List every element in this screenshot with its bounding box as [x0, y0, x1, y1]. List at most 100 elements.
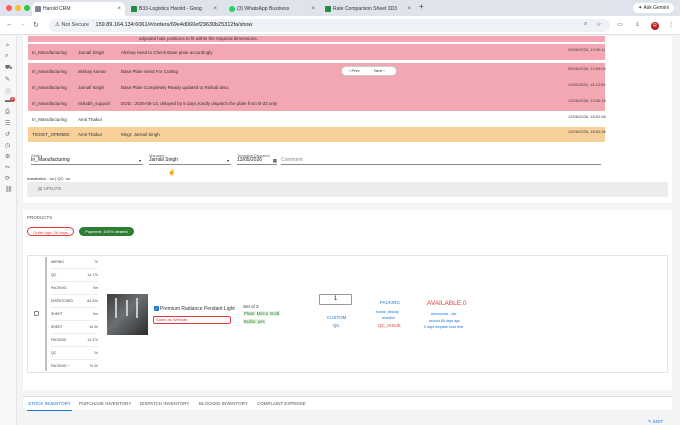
activity-message: DOD : 2026-05-13, delayed by 5 days,Kind…	[121, 100, 278, 106]
manager-value: Jarnail Singh	[149, 157, 178, 163]
back-icon[interactable]: ←	[6, 21, 13, 28]
stage-timeline: WIRING 7h QC 1d 17h PACKING 9m DISPATCHED 8d 20…	[45, 257, 98, 371]
tab-blocked-inventory[interactable]: BLOCKED INVENTORY	[199, 401, 248, 406]
quantity-input[interactable]: 1	[319, 294, 352, 305]
qc-issue-status: QC_ISSUE	[378, 323, 401, 328]
link-icon[interactable]: ⛓	[5, 186, 13, 193]
stage-duration: 8d 20h	[87, 299, 98, 303]
stage-item: SHEET 9m	[51, 312, 98, 321]
history-icon[interactable]: ↺	[5, 131, 10, 138]
browser-tab-harold-crm[interactable]: Harold CRM ×	[32, 2, 125, 16]
search-icon[interactable]: ⌕	[5, 53, 8, 60]
stage-duration: 1d 17h	[87, 273, 98, 277]
zoom-search-icon[interactable]: ⌕	[584, 21, 587, 28]
cart-icon[interactable]: ⛟	[5, 64, 13, 72]
settings-icon[interactable]: ⚙	[5, 153, 10, 160]
refresh-icon[interactable]: ⟳	[5, 175, 10, 182]
pager: ‹ Prev Next ›	[341, 66, 397, 76]
tools-icon[interactable]: ✎	[5, 76, 10, 83]
close-tab-icon[interactable]: ×	[311, 2, 315, 16]
activity-row: In_Manufacturing Jarnail Singh Akshay need…	[28, 44, 606, 60]
product-select-checkbox[interactable]	[34, 311, 39, 316]
product-checkbox-checked[interactable]: ✓	[154, 306, 159, 311]
stage-label: DISPATCHED	[51, 299, 74, 303]
stage-item: DISPATCHED 8d 20h	[51, 299, 98, 308]
clock-icon[interactable]: ◷	[5, 142, 10, 149]
browser-tab-logistics[interactable]: B33-Logistics Harold - Goog ×	[128, 2, 221, 16]
not-secure-indicator[interactable]: ⚠ Not Secure	[55, 22, 89, 28]
comment-input[interactable]: Comment	[281, 156, 601, 165]
activity-user: Jarnail Singh	[78, 49, 105, 55]
stage-divider	[51, 320, 98, 321]
update-bar: ▤ UPDATE	[27, 182, 668, 197]
tab-title: (3) WhatsApp Business	[237, 6, 290, 12]
activity-user: akshay kumar	[78, 68, 107, 74]
chrome-menu-icon[interactable]: ⋮	[668, 21, 674, 28]
dispatch-date-input[interactable]: 13/05/2026 ▦	[237, 156, 277, 165]
folder-icon[interactable]: ▬	[5, 98, 11, 104]
product-note-field[interactable]: Same as Website.	[153, 316, 231, 324]
bookmark-star-icon[interactable]: ☆	[596, 21, 601, 28]
status-select[interactable]: In_Manufacturing ▾	[31, 156, 143, 165]
new-tab-button[interactable]: +	[419, 2, 424, 11]
dispatch-lead-time: 5 days dispatch lead time	[424, 325, 464, 329]
plate-variant: Plate: Mirror Gold	[243, 311, 281, 316]
profile-avatar[interactable]: R	[651, 22, 659, 30]
close-tab-icon[interactable]: ×	[407, 2, 411, 16]
minimize-window-icon[interactable]	[15, 5, 21, 11]
ask-gemini-button[interactable]: ✦ Ask Gemini	[633, 3, 674, 13]
stage-duration: 7h	[94, 260, 98, 264]
edit-button[interactable]: ✎ EDIT	[648, 419, 663, 425]
stage-item: WIRING 7h	[51, 260, 98, 269]
activity-user: Amit Thakur	[78, 132, 103, 137]
print-icon[interactable]: ⎙	[5, 109, 10, 116]
close-tab-icon[interactable]: ×	[117, 2, 121, 16]
stage-label: PACKING	[51, 338, 67, 342]
side-panel-icon[interactable]: ▭	[617, 21, 623, 28]
tab-purchase-inventory[interactable]: PURCHASE INVENTORY	[79, 401, 131, 406]
pendant-icon	[126, 300, 128, 316]
browser-tab-rate-sheet[interactable]: Rate Comparison Sheet 3D3 ×	[322, 2, 415, 16]
order-age-badge: Order Age: 26 days	[27, 227, 74, 236]
stage-divider	[51, 294, 98, 295]
stage-label: PACKING	[51, 286, 67, 290]
cut-icon[interactable]: ✂	[5, 164, 10, 171]
chevron-down-icon: ▾	[226, 158, 229, 163]
activity-status: In_Manufacturing	[32, 49, 67, 55]
activity-status: In_Manufacturing	[32, 84, 67, 90]
reload-icon[interactable]: ↻	[33, 21, 39, 29]
installation-qc-text: Installation - no | QC: no	[27, 176, 71, 181]
close-window-icon[interactable]	[6, 5, 12, 11]
maximize-window-icon[interactable]	[24, 5, 30, 11]
stage-divider	[51, 268, 98, 269]
next-button[interactable]: Next ›	[374, 67, 385, 75]
packer-location: aluvallin	[382, 316, 395, 320]
browser-tab-whatsapp[interactable]: (3) WhatsApp Business ×	[226, 2, 319, 16]
update-button[interactable]: ▤ UPDATE	[38, 186, 61, 192]
close-tab-icon[interactable]: ×	[213, 2, 217, 16]
tab-complaint-expense[interactable]: COMPLAINT EXPENSE	[257, 401, 306, 406]
activity-row: In_Manufacturing Amit Thakur 12/06/2026, 1…	[28, 112, 606, 127]
downloads-icon[interactable]: ⤓	[636, 21, 639, 28]
activity-user: rishabh_support	[78, 100, 111, 106]
calendar-icon[interactable]: ▦	[273, 156, 277, 165]
activity-timestamp: 11/06/2026, 13:13:59	[568, 81, 606, 87]
activity-row: adjusted hole positions to fit within th…	[28, 36, 605, 42]
tab-stock-inventory[interactable]: STOCK INVENTORY	[27, 401, 72, 411]
forward-icon[interactable]: →	[19, 21, 26, 28]
sparkle-icon[interactable]: ✧	[5, 42, 10, 49]
address-bar[interactable]: ⚠ Not Secure 159.89.164.134:6061/#/order…	[49, 19, 610, 32]
product-note: Same as Website.	[156, 317, 189, 322]
tab-dispatch-inventory[interactable]: DISPATCH INVENTORY	[140, 401, 189, 406]
activity-user: Jarnail Singh	[78, 84, 105, 90]
sheets-favicon-icon	[131, 6, 137, 12]
activity-row: In_Manufacturing rishabh_support DOD : 202…	[28, 95, 606, 111]
manager-select[interactable]: Jarnail Singh ▾	[149, 156, 231, 165]
list-icon[interactable]: ☰	[5, 120, 10, 127]
prev-button[interactable]: ‹ Prev	[349, 67, 360, 75]
info-icon[interactable]: ⓘ	[5, 87, 11, 96]
set-size: Set of 3	[243, 304, 259, 309]
activity-user: Amit Thakur	[78, 117, 103, 122]
products-card: PRODUCTS Order Age: 26 days Payment: 100…	[23, 210, 672, 390]
product-image[interactable]	[107, 294, 148, 335]
